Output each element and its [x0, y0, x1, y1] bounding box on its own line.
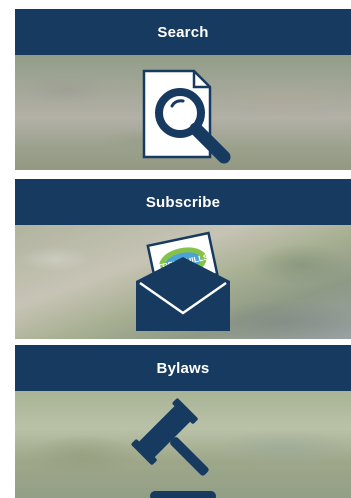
bylaws-banner[interactable]: Bylaws	[15, 345, 351, 391]
magnifier-document-icon	[142, 69, 231, 164]
bylaws-tile[interactable]: Bylaws	[15, 345, 351, 498]
search-tile[interactable]: Search	[15, 9, 351, 170]
envelope-newsletter-icon: TRENT HILLS	[136, 231, 230, 331]
gavel-icon	[131, 398, 216, 498]
search-label: Search	[157, 23, 209, 41]
bylaws-label: Bylaws	[156, 359, 210, 377]
subscribe-tile[interactable]: Subscribe TRENT HILLS	[15, 179, 351, 339]
subscribe-banner[interactable]: Subscribe	[15, 179, 351, 225]
subscribe-label: Subscribe	[145, 193, 221, 211]
search-banner[interactable]: Search	[15, 9, 351, 55]
